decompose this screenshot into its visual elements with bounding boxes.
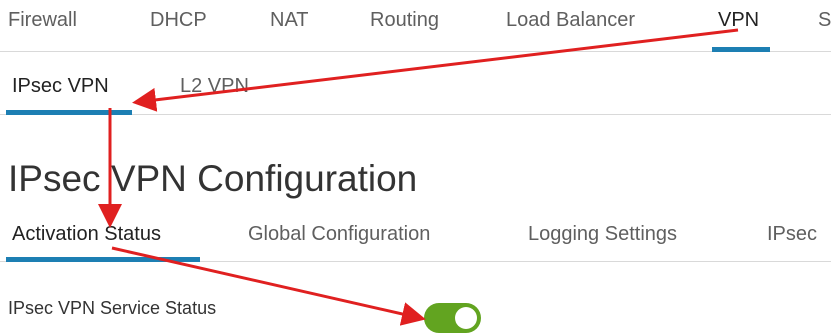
tab-dhcp[interactable]: DHCP <box>150 9 207 32</box>
active-config-tab-underline <box>6 257 200 262</box>
tab-s-truncated[interactable]: S <box>818 9 831 32</box>
top-nav-tabs: Firewall DHCP NAT Routing Load Balancer … <box>0 0 831 52</box>
vpn-sub-tabs: IPsec VPN L2 VPN <box>0 52 831 115</box>
tab-logging-settings[interactable]: Logging Settings <box>528 223 677 246</box>
page: Firewall DHCP NAT Routing Load Balancer … <box>0 0 831 334</box>
tab-firewall[interactable]: Firewall <box>8 9 77 32</box>
service-status-label: IPsec VPN Service Status <box>8 298 217 318</box>
tab-ipsec-truncated[interactable]: IPsec <box>767 223 817 246</box>
page-title: IPsec VPN Configuration <box>8 158 418 199</box>
toggle-knob <box>455 307 477 329</box>
active-subtab-underline <box>6 110 132 115</box>
service-status-toggle[interactable] <box>424 303 481 333</box>
config-tabs: Activation Status Global Configuration L… <box>0 209 831 262</box>
tab-vpn[interactable]: VPN <box>718 9 759 32</box>
tab-activation-status[interactable]: Activation Status <box>12 223 161 246</box>
tab-nat[interactable]: NAT <box>270 9 309 32</box>
tab-load-balancer[interactable]: Load Balancer <box>506 9 635 32</box>
tab-routing[interactable]: Routing <box>370 9 439 32</box>
tab-global-configuration[interactable]: Global Configuration <box>248 223 430 246</box>
tab-ipsec-vpn[interactable]: IPsec VPN <box>12 75 109 98</box>
tab-l2-vpn[interactable]: L2 VPN <box>180 75 249 98</box>
